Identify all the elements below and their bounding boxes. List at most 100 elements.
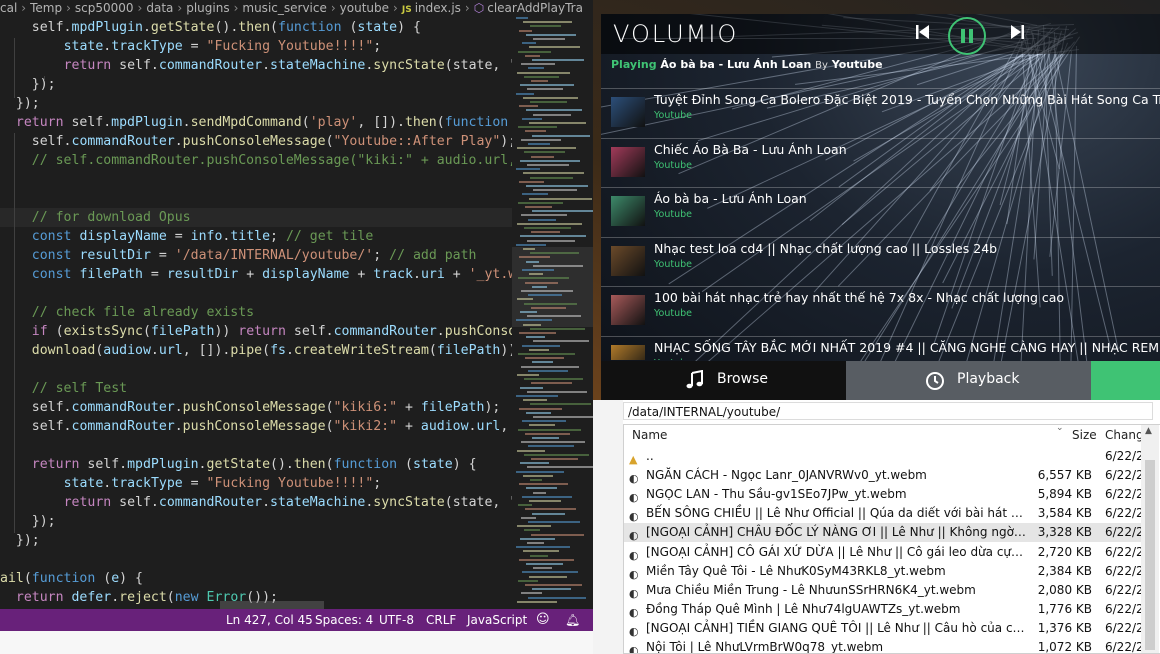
- file-row[interactable]: ◐ [NGOẠI CẢNH] CÔ GÁI XỨ DỪA || Lê Như ||…: [624, 543, 1144, 562]
- code-token: syncState: [373, 58, 445, 73]
- language-mode[interactable]: JavaScript: [467, 609, 527, 631]
- file-row[interactable]: ◐ [NGOẠI CẢNH] CHÂU ĐỐC LÝ NÀNG ƠI || Lê …: [624, 523, 1144, 543]
- code-line: // self.commandRouter.pushConsoleMessage…: [0, 151, 512, 170]
- code-token: .: [468, 419, 477, 434]
- file-row[interactable]: ◐ Nội Tôi | Lê NhưLVrmBrW0q78_yt.webm 1,07…: [624, 638, 1144, 653]
- code-token: // self Test: [31, 381, 128, 396]
- queue-item[interactable]: Tuyệt Đỉnh Song Ca Bolero Đặc Biệt 2019 …: [601, 88, 1160, 138]
- code-token: return: [15, 590, 64, 605]
- code-line: return self.mpdPlugin.sendMpdCommand('pl…: [0, 113, 512, 132]
- column-size[interactable]: Size: [1072, 428, 1097, 442]
- minimap-line: [529, 424, 555, 427]
- minimap-line: [528, 369, 568, 372]
- code-line: download(audiow.url, []).pipe(fs.createW…: [0, 341, 512, 360]
- code-line: });: [0, 75, 56, 94]
- volumio-header: VOLUMIO: [601, 14, 1160, 55]
- file-row[interactable]: ◐ BẾN SÔNG CHIỀU || Lê Như Official || Qú…: [624, 504, 1144, 523]
- code-token: self.: [31, 419, 72, 434]
- scrollbar-thumb[interactable]: [1145, 460, 1155, 650]
- tab-queue[interactable]: [1091, 361, 1160, 400]
- code-token: state: [413, 457, 453, 472]
- minimap-line: [521, 516, 536, 519]
- column-changed[interactable]: Chang: [1105, 428, 1144, 442]
- now-playing-label: Playing: [611, 58, 657, 71]
- minimap-line: [525, 357, 564, 360]
- code-token: 'play': [309, 115, 358, 130]
- encoding[interactable]: UTF-8: [379, 609, 414, 631]
- code-token: (: [262, 343, 271, 358]
- track-title: Nhạc test loa cd4 || Nhạc chất lượng cao…: [654, 240, 998, 256]
- code-token: download: [31, 343, 96, 358]
- minimap[interactable]: [512, 17, 593, 614]
- code-token: "kiki2:": [333, 419, 398, 434]
- track-title: Tuyệt Đỉnh Song Ca Bolero Đặc Biệt 2019 …: [654, 92, 1160, 107]
- pause-button[interactable]: [948, 17, 986, 55]
- previous-button[interactable]: [913, 22, 933, 42]
- code-editor[interactable]: self.mpdPlugin.getState().then(function …: [0, 14, 512, 614]
- code-token: self.: [111, 58, 159, 73]
- next-button[interactable]: [1007, 22, 1027, 42]
- code-token: new: [174, 590, 199, 605]
- indentation[interactable]: Spaces: 4: [315, 609, 373, 631]
- vertical-scrollbar[interactable]: ▲: [1141, 425, 1159, 653]
- minimap-line: [531, 306, 566, 309]
- path-bar[interactable]: /data/INTERNAL/youtube/: [623, 402, 1153, 420]
- pause-icon: [961, 29, 973, 43]
- code-token: .: [412, 267, 421, 282]
- file-date: 6/22/2: [1105, 620, 1144, 635]
- file-name: Miền Tây Quê Tôi - Lê NhưK0SyM43RKL8_yt.…: [646, 563, 946, 578]
- minimap-line: [533, 264, 583, 267]
- queue-item[interactable]: NHẠC SỐNG TÂY BẮC MỚI NHẤT 2019 #4 || CĂ…: [601, 336, 1160, 360]
- queue-item[interactable]: Nhạc test loa cd4 || Nhạc chất lượng cao…: [601, 236, 1160, 287]
- code-token: audiow: [103, 343, 151, 358]
- minimap-line: [520, 537, 555, 540]
- code-token: return: [63, 495, 112, 510]
- code-token: filePath: [420, 400, 485, 415]
- column-name[interactable]: Name: [632, 428, 667, 442]
- minimap-line: [526, 336, 545, 339]
- tab-playback[interactable]: Playback: [846, 361, 1091, 400]
- code-token: =: [182, 39, 207, 54]
- queue-item[interactable]: Chiếc Áo Bà Ba - Lưu Ánh Loan Youtube: [601, 137, 1160, 188]
- queue-item[interactable]: Áo bà ba - Lưu Ánh Loan Youtube: [601, 187, 1160, 237]
- code-token: // for download Opus: [31, 210, 191, 225]
- bell-icon[interactable]: 🔔︎: [565, 609, 580, 631]
- code-token: const: [31, 267, 72, 282]
- file-row[interactable]: ◐ Đồng Tháp Quê Mình | Lê Như74lgUAWTZs_y…: [624, 600, 1144, 619]
- code-token: pushConsoleMessage: [182, 400, 326, 415]
- scroll-up-icon[interactable]: ▲: [1145, 426, 1152, 436]
- code-line: return self.commandRouter.stateMachine.s…: [0, 493, 512, 512]
- file-row[interactable]: ◐ Mưa Chiều Miền Trung - Lê NhưunSSrHRN6K…: [624, 581, 1144, 600]
- code-token: +: [238, 267, 263, 282]
- smiley-feedback-icon[interactable]: ☺: [536, 609, 550, 631]
- line-endings[interactable]: CRLF: [426, 609, 456, 631]
- minimap-line: [526, 33, 576, 36]
- minimap-line: [527, 88, 563, 91]
- track-title: NHẠC SỐNG TÂY BẮC MỚI NHẤT 2019 #4 || CĂ…: [654, 340, 1160, 355]
- file-list[interactable]: Name ⌄ Size Chang ▲.. 6/22/2 ◐ NGĂN CÁCH - …: [623, 424, 1160, 654]
- code-line: return self.mpdPlugin.getState().then(fu…: [0, 455, 477, 474]
- file-size: 3,328 KB: [1037, 525, 1092, 540]
- track-thumbnail: [611, 196, 645, 227]
- file-row[interactable]: ▲.. 6/22/2: [624, 447, 1144, 466]
- cursor-position[interactable]: Ln 427, Col 45: [226, 609, 313, 631]
- queue-item[interactable]: 100 bài hát nhạc trẻ hay nhất thế hệ 7x …: [601, 286, 1160, 336]
- minimap-line: [526, 109, 582, 112]
- code-token: .: [436, 324, 445, 339]
- minimap-line: [532, 59, 584, 61]
- file-row[interactable]: ◐ Miền Tây Quê Tôi - Lê NhưK0SyM43RKL8_yt…: [624, 562, 1144, 581]
- minimap-line: [528, 294, 562, 297]
- file-row[interactable]: ◐ [NGOẠI CẢNH] TIỀN GIANG QUÊ TÔI || Lê N…: [624, 619, 1144, 638]
- code-token: stateMachine: [270, 58, 366, 73]
- minimap-line: [532, 361, 553, 364]
- minimap-line: [522, 420, 566, 423]
- code-token: return: [63, 58, 112, 73]
- play-queue[interactable]: Tuyệt Đỉnh Song Ca Bolero Đặc Biệt 2019 …: [601, 88, 1160, 360]
- file-row[interactable]: ◐ NGỌC LAN - Thu Sầu-gv1SEo7JPw_yt.webm 5,…: [624, 485, 1144, 504]
- tab-browse[interactable]: Browse: [601, 361, 846, 400]
- code-token: fs: [270, 343, 286, 358]
- minimap-line: [533, 416, 593, 418]
- file-row[interactable]: ◐ NGĂN CÁCH - Ngọc Lanr_0JANVRWv0_yt.webm…: [624, 466, 1144, 485]
- minimap-line: [519, 29, 532, 32]
- minimap-line: [521, 138, 561, 141]
